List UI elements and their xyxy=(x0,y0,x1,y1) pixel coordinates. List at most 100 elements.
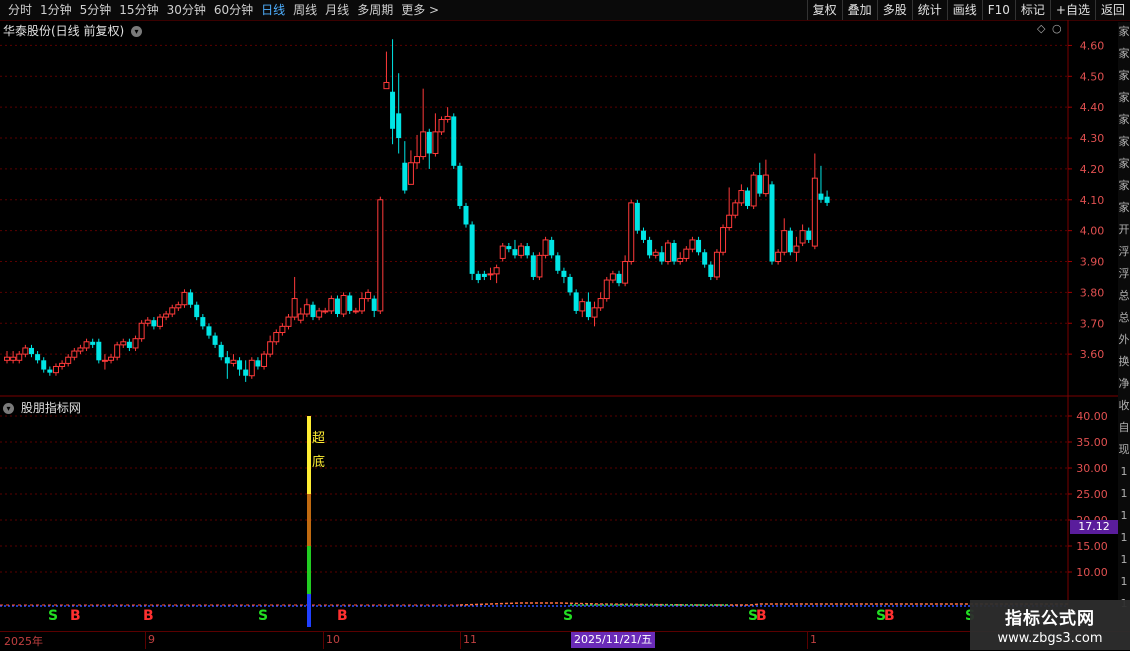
candle-body xyxy=(200,317,206,327)
date-label: 9 xyxy=(148,633,155,646)
candle-body xyxy=(664,242,671,263)
candle-body xyxy=(224,357,230,364)
info-strip-char: 家 xyxy=(1118,91,1130,104)
candle-body xyxy=(696,239,702,253)
candle-body xyxy=(414,156,421,164)
candle-body xyxy=(328,298,335,312)
candle-body xyxy=(230,359,237,364)
candle-body xyxy=(371,298,377,311)
candle-body xyxy=(255,360,261,367)
indicator-tick-label: 40.00 xyxy=(1076,410,1108,423)
price-tick-label: 3.70 xyxy=(1080,317,1105,330)
candle-body xyxy=(487,273,494,276)
candle-body xyxy=(499,245,506,259)
candle-body xyxy=(340,294,347,315)
candle-body xyxy=(457,165,463,206)
spike-segment-blue xyxy=(307,594,311,627)
candle-body xyxy=(157,316,163,327)
indicator-tick-label: 15.00 xyxy=(1076,540,1108,553)
candle-body xyxy=(28,347,34,355)
candle-body xyxy=(83,341,90,349)
candle-body xyxy=(671,243,677,262)
signal-marker: B xyxy=(337,608,348,624)
signal-marker: B xyxy=(756,608,767,624)
info-strip-char: 净 xyxy=(1118,377,1130,390)
candle-body xyxy=(4,356,10,361)
watermark: 指标公式网 www.zbgs3.com xyxy=(970,600,1130,650)
spike-segment-green xyxy=(307,546,311,594)
candle-body xyxy=(108,356,115,361)
candle-body xyxy=(90,341,96,345)
price-tick-label: 4.10 xyxy=(1080,194,1105,207)
indicator-tick-label: 10.00 xyxy=(1076,566,1108,579)
candle-body xyxy=(573,292,579,311)
candle-body xyxy=(77,347,84,352)
candle-body xyxy=(750,174,757,207)
candle-body xyxy=(524,246,530,256)
candle-body xyxy=(169,307,176,315)
info-strip-char: 家 xyxy=(1118,47,1130,60)
candle-body xyxy=(451,116,457,166)
info-strip-char: 换 xyxy=(1118,355,1130,368)
spike-segment-yellow xyxy=(307,416,311,494)
info-strip-char: 总 xyxy=(1118,311,1130,324)
info-strip-char: 1 xyxy=(1120,487,1128,500)
indicator-tick-label: 35.00 xyxy=(1076,436,1108,449)
candle-body xyxy=(726,214,733,229)
price-tick-label: 3.60 xyxy=(1080,348,1105,361)
candle-body xyxy=(358,298,365,312)
candle-body xyxy=(659,252,665,262)
candle-body xyxy=(518,245,525,256)
info-strip-char: 外 xyxy=(1118,333,1130,346)
info-strip-char: 家 xyxy=(1118,179,1130,192)
watermark-url: www.zbgs3.com xyxy=(997,631,1103,646)
candle-body xyxy=(420,131,427,158)
candle-body xyxy=(218,344,224,358)
date-label: 2025年 xyxy=(4,635,43,648)
date-tick xyxy=(807,632,808,649)
candle-body xyxy=(769,184,775,262)
candle-body xyxy=(181,291,188,306)
candle-body xyxy=(444,115,451,121)
price-tick-label: 4.00 xyxy=(1080,225,1105,238)
info-strip-char: 开 xyxy=(1118,223,1130,236)
signal-text: 超 xyxy=(312,431,325,446)
candle-body xyxy=(616,273,622,284)
candle-body xyxy=(402,162,408,191)
signal-marker: B xyxy=(143,608,154,624)
candle-body xyxy=(799,230,806,244)
candle-body xyxy=(138,322,145,340)
spike-segment-orange xyxy=(307,494,311,546)
candle-body xyxy=(438,119,445,133)
candle-body xyxy=(781,230,788,253)
date-axis: 2025年 9 10 11 1 2025/11/21/五 xyxy=(0,631,1130,651)
candle-body xyxy=(622,261,629,284)
info-strip-char: 家 xyxy=(1118,135,1130,148)
candle-body xyxy=(683,248,690,259)
candle-body xyxy=(579,301,586,312)
candle-body xyxy=(652,251,659,256)
candle-body xyxy=(549,239,555,256)
signal-marker: B xyxy=(70,608,81,624)
info-strip-char: 家 xyxy=(1118,69,1130,82)
info-strip-char: 浮 xyxy=(1118,267,1130,280)
candle-body xyxy=(530,255,536,277)
candle-body xyxy=(407,162,414,185)
candle-body xyxy=(52,365,59,374)
candle-body xyxy=(322,310,329,313)
candle-body xyxy=(316,310,323,318)
candle-body xyxy=(432,131,439,154)
candle-body xyxy=(188,292,194,305)
candle-body xyxy=(383,81,390,90)
candle-body xyxy=(96,341,102,361)
candle-body xyxy=(757,175,763,194)
info-strip-char: 浮 xyxy=(1118,245,1130,258)
info-strip-char: 家 xyxy=(1118,113,1130,126)
candle-body xyxy=(10,356,17,361)
info-strip-char: 总 xyxy=(1118,289,1130,302)
candle-body xyxy=(806,230,812,240)
candle-body xyxy=(787,230,793,253)
date-label: 11 xyxy=(463,633,477,646)
candle-body xyxy=(310,304,316,318)
kline-chart[interactable]: 4.60 4.50 4.40 4.30 4.20 4.10 4.00 3.90 3.80 3.70… xyxy=(0,0,1118,631)
